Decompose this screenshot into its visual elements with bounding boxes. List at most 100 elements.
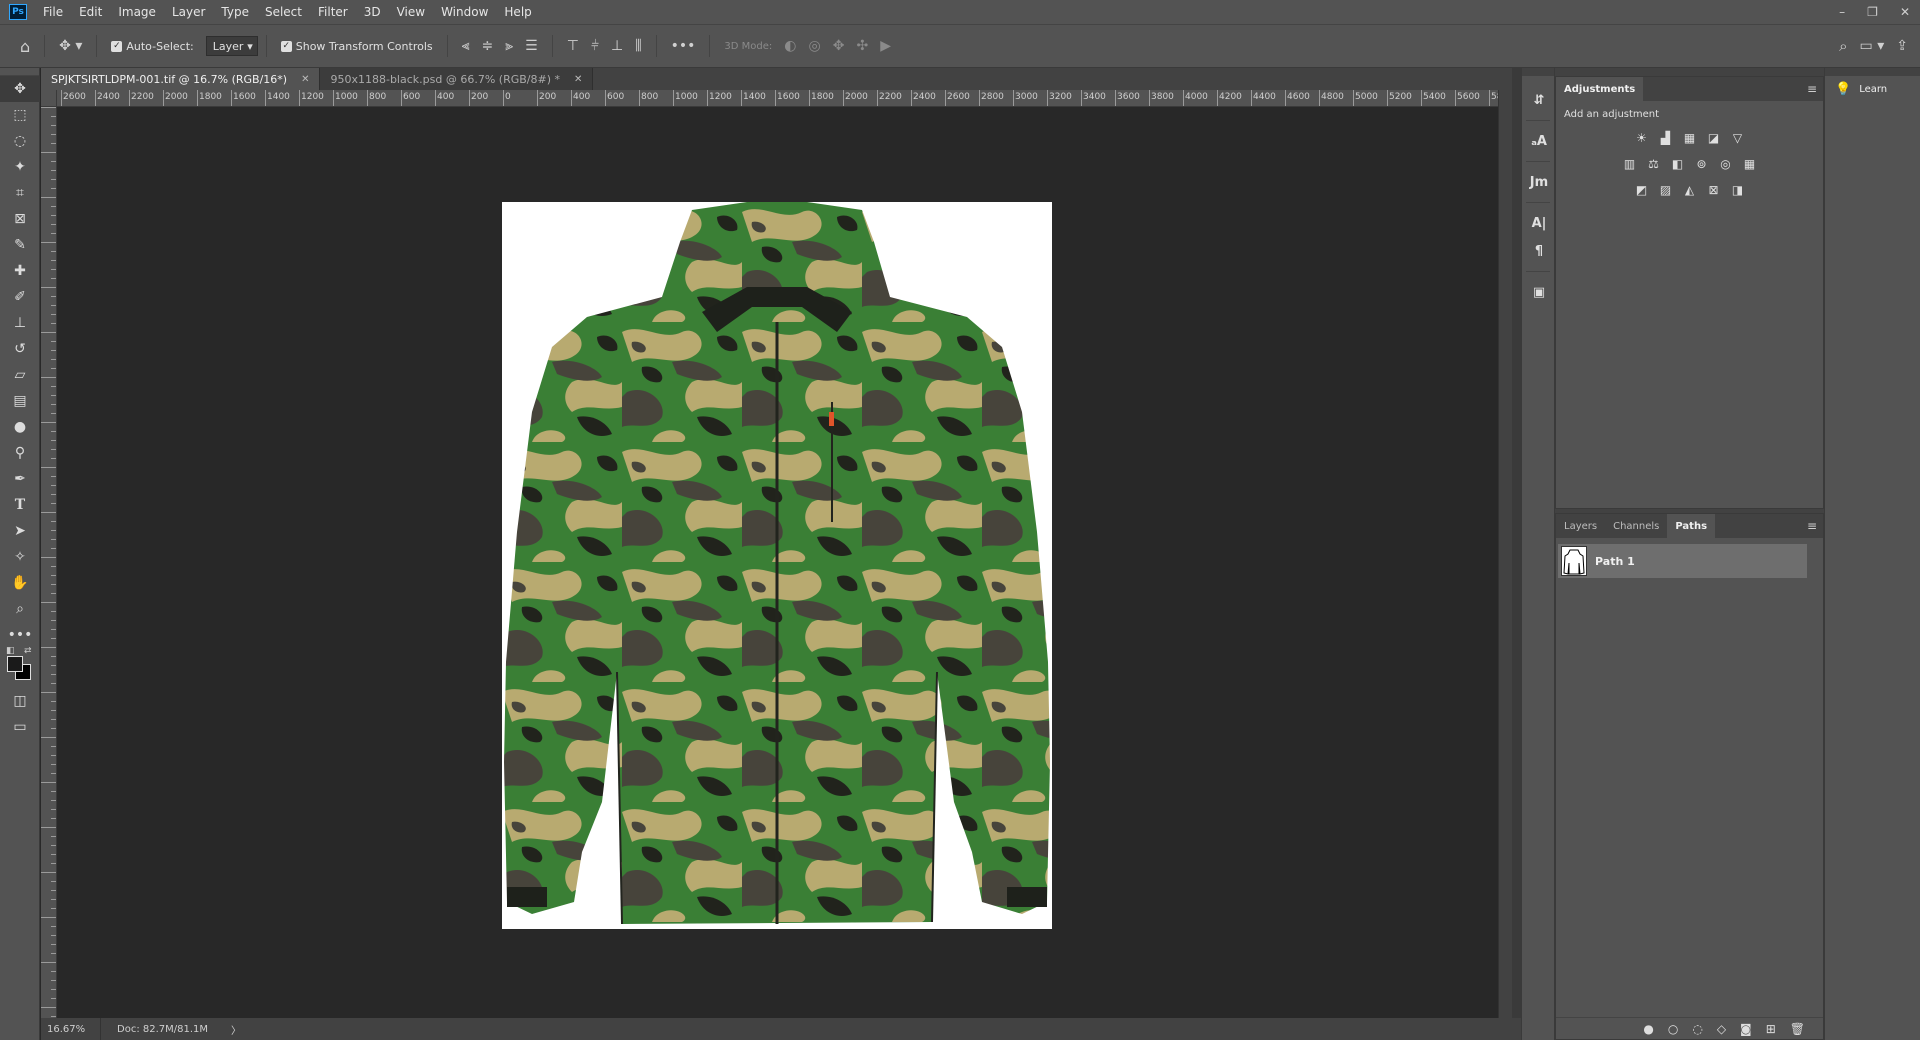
distribute-icon[interactable]: ☰ [525, 38, 538, 54]
quick-mask-icon[interactable]: ◫ [0, 688, 40, 714]
clone-stamp-tool-icon[interactable]: ⊥ [0, 310, 40, 336]
menu-file[interactable]: File [35, 0, 71, 24]
home-icon[interactable]: ⌂ [20, 37, 30, 56]
adjustment-icon[interactable]: ◭ [1681, 182, 1699, 198]
adjustment-icon[interactable]: ▥ [1621, 156, 1639, 172]
tab-layers[interactable]: Layers [1556, 514, 1605, 538]
path-selection-tool-icon[interactable]: ➤ [0, 518, 40, 544]
character-style-icon[interactable]: ₐA [1522, 127, 1556, 155]
frame-tool-icon[interactable]: ⊠ [0, 206, 40, 232]
adjustment-icon[interactable]: ⊚ [1693, 156, 1711, 172]
tab-paths[interactable]: Paths [1667, 514, 1716, 538]
3d-pan-icon[interactable]: ✥ [833, 38, 845, 54]
panel-divider[interactable] [1512, 68, 1521, 1040]
tab-channels[interactable]: Channels [1605, 514, 1667, 538]
tab-document-2[interactable]: 950x1188-black.psd @ 66.7% (RGB/8#) * ✕ [320, 68, 594, 90]
zoom-level[interactable]: 16.67% [41, 1018, 101, 1040]
close-window-icon[interactable]: ✕ [1900, 5, 1910, 19]
blur-tool-icon[interactable]: ● [0, 414, 40, 440]
crop-tool-icon[interactable]: ⌗ [0, 180, 40, 206]
menu-select[interactable]: Select [257, 0, 310, 24]
search-icon[interactable]: ⌕ [1839, 37, 1847, 55]
menu-type[interactable]: Type [213, 0, 257, 24]
align-center-icon[interactable]: ≑ [482, 38, 494, 54]
adjustment-icon[interactable]: ⚖ [1645, 156, 1663, 172]
align-middle-icon[interactable]: ⫩ [591, 38, 599, 54]
paragraph-icon[interactable]: ¶ [1522, 237, 1556, 265]
adjustment-icon[interactable]: ◎ [1717, 156, 1735, 172]
brush-tool-icon[interactable]: ✐ [0, 284, 40, 310]
workspace-icon[interactable]: ▭ ▾ [1860, 38, 1885, 54]
distribute-vertical-icon[interactable]: ⫼ [635, 38, 641, 54]
history-icon[interactable]: ⇵ [1522, 86, 1556, 114]
align-bottom-icon[interactable]: ⊥ [611, 38, 623, 54]
character-icon[interactable]: A| [1522, 209, 1556, 237]
menu-view[interactable]: View [389, 0, 433, 24]
default-colors-icon[interactable]: ◧ [6, 646, 15, 656]
status-menu-arrow[interactable]: 〉 [231, 1022, 241, 1037]
screen-mode-icon[interactable]: ▭ [0, 714, 40, 740]
horizontal-ruler[interactable]: 2600 2400 2200 2000 1800 1600 1400 1200 1000 800 6… [57, 90, 1498, 107]
load-selection-icon[interactable]: ◌ [1692, 1022, 1702, 1036]
pen-tool-icon[interactable]: ✒ [0, 466, 40, 492]
panel-menu-icon[interactable]: ≡ [1807, 519, 1817, 533]
canvas-area[interactable] [57, 107, 1498, 1018]
eyedropper-tool-icon[interactable]: ✎ [0, 232, 40, 258]
gradient-tool-icon[interactable]: ▤ [0, 388, 40, 414]
swap-colors-icon[interactable]: ⇄ [24, 646, 32, 656]
delete-path-icon[interactable]: 🗑 [1790, 1022, 1805, 1036]
hand-tool-icon[interactable]: ✋ [0, 570, 40, 596]
zoom-tool-icon[interactable]: ⌕ [0, 596, 40, 622]
panel-menu-icon[interactable]: ≡ [1807, 82, 1817, 96]
align-left-icon[interactable]: ⫷ [462, 38, 470, 54]
minimize-icon[interactable]: – [1839, 5, 1845, 19]
learn-button[interactable]: 💡 Learn [1825, 76, 1920, 103]
restore-icon[interactable]: ❐ [1867, 5, 1878, 19]
adjustment-icon[interactable]: ▟ [1657, 130, 1675, 146]
vertical-scrollbar[interactable] [1498, 90, 1512, 1018]
menu-help[interactable]: Help [496, 0, 539, 24]
3d-orbit-icon[interactable]: ◐ [784, 38, 796, 54]
more-tools-icon[interactable]: ••• [0, 622, 40, 648]
dock-grip[interactable] [1825, 68, 1920, 76]
menu-layer[interactable]: Layer [164, 0, 213, 24]
close-icon[interactable]: ✕ [301, 74, 309, 85]
show-transform-controls-checkbox[interactable]: ✓ Show Transform Controls [280, 40, 433, 53]
menu-image[interactable]: Image [110, 0, 164, 24]
adjustment-icon[interactable]: ▨ [1657, 182, 1675, 198]
lasso-tool-icon[interactable]: ◌ [0, 128, 40, 154]
vertical-ruler[interactable] [41, 107, 57, 1018]
3d-slide-icon[interactable]: ✣ [856, 38, 868, 54]
adjustment-icon[interactable]: ▦ [1741, 156, 1759, 172]
jm-plugin-icon[interactable]: Jm [1522, 168, 1556, 196]
menu-edit[interactable]: Edit [71, 0, 110, 24]
adjustment-icon[interactable]: ☀ [1633, 130, 1651, 146]
move-tool-icon[interactable]: ✥ [0, 76, 40, 102]
menu-3d[interactable]: 3D [356, 0, 389, 24]
magic-wand-tool-icon[interactable]: ✦ [0, 154, 40, 180]
3d-roll-icon[interactable]: ◎ [809, 38, 821, 54]
tab-document-1[interactable]: SPJKTSIRTLDPM-001.tif @ 16.7% (RGB/16*) … [41, 68, 321, 90]
stroke-path-icon[interactable]: ○ [1668, 1022, 1678, 1036]
more-options-icon[interactable]: ••• [671, 38, 696, 54]
history-brush-tool-icon[interactable]: ↺ [0, 336, 40, 362]
shape-tool-icon[interactable]: ✧ [0, 544, 40, 570]
fill-path-icon[interactable]: ● [1643, 1022, 1653, 1036]
eraser-tool-icon[interactable]: ▱ [0, 362, 40, 388]
make-work-path-icon[interactable]: ◇ [1717, 1022, 1726, 1036]
menu-window[interactable]: Window [433, 0, 496, 24]
tab-adjustments[interactable]: Adjustments [1556, 77, 1644, 101]
document-canvas[interactable] [502, 202, 1052, 929]
adjustment-icon[interactable]: ◩ [1633, 182, 1651, 198]
libraries-icon[interactable]: ▣ [1522, 278, 1556, 306]
adjustment-icon[interactable]: ▦ [1681, 130, 1699, 146]
panel-grip[interactable] [0, 68, 39, 76]
move-tool-preset-icon[interactable]: ✥ ▾ [59, 38, 82, 54]
adjustment-icon[interactable]: ▽ [1729, 130, 1747, 146]
dock-grip[interactable] [1522, 68, 1554, 76]
path-item[interactable]: Path 1 [1558, 544, 1807, 578]
align-right-icon[interactable]: ⫸ [505, 38, 513, 54]
add-mask-icon[interactable]: ◙ [1740, 1022, 1752, 1036]
adjustment-icon[interactable]: ◧ [1669, 156, 1687, 172]
marquee-tool-icon[interactable]: ⬚ [0, 102, 40, 128]
